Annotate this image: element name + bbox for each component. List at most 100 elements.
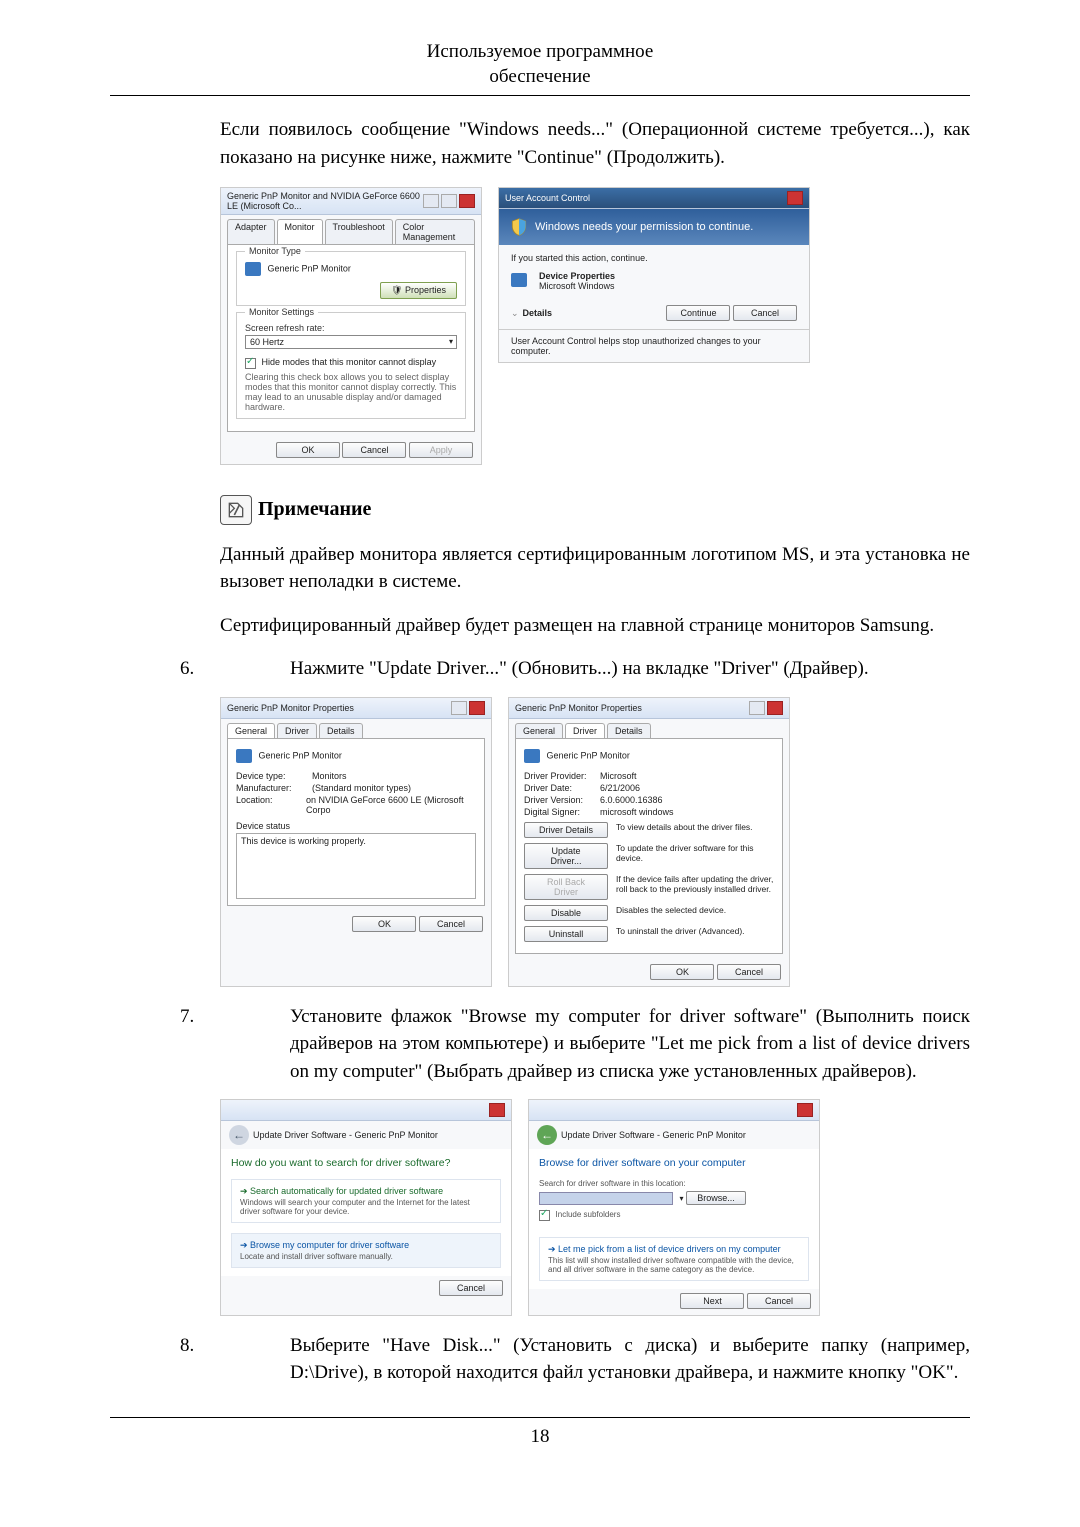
close-button[interactable]	[767, 701, 783, 715]
driver-details-button[interactable]: Driver Details	[524, 822, 608, 838]
step-8: 8. Выберите "Have Disk..." (Установить с…	[110, 1332, 970, 1387]
step-text: Нажмите "Update Driver..." (Обновить...)…	[290, 655, 970, 683]
tab-driver[interactable]: Driver	[277, 723, 317, 738]
device-status-box: This device is working properly.	[236, 833, 476, 899]
help-button[interactable]	[451, 701, 467, 715]
window-title: Generic PnP Monitor Properties	[515, 703, 642, 713]
tab-details[interactable]: Details	[607, 723, 651, 738]
option-search-auto[interactable]: ➔ Search automatically for updated drive…	[231, 1179, 501, 1223]
hide-modes-checkbox[interactable]	[245, 358, 256, 369]
screenshot-row-3: ← Update Driver Software - Generic PnP M…	[220, 1099, 970, 1315]
step-number: 8.	[110, 1332, 290, 1387]
note-paragraph-2: Сертифицированный драйвер будет размещен…	[220, 612, 970, 640]
step-text: Выберите "Have Disk..." (Установить с ди…	[290, 1332, 970, 1387]
tab-general[interactable]: General	[227, 723, 275, 738]
browse-button[interactable]: Browse...	[686, 1191, 746, 1205]
cancel-button[interactable]: Cancel	[342, 442, 406, 458]
disable-button[interactable]: Disable	[524, 905, 608, 921]
uninstall-button[interactable]: Uninstall	[524, 926, 608, 942]
details-toggle[interactable]: Details	[523, 308, 553, 318]
close-button[interactable]	[797, 1103, 813, 1117]
maximize-button[interactable]	[441, 194, 457, 208]
ok-button[interactable]: OK	[650, 964, 714, 980]
close-button[interactable]	[787, 191, 803, 205]
properties-button[interactable]: 🛡 Properties	[380, 282, 457, 299]
note-paragraph-1: Данный драйвер монитора является сертифи…	[220, 541, 970, 596]
tab-details[interactable]: Details	[319, 723, 363, 738]
help-button[interactable]	[749, 701, 765, 715]
breadcrumb: Update Driver Software - Generic PnP Mon…	[253, 1130, 438, 1140]
step-number: 6.	[110, 655, 290, 683]
wizard-heading: How do you want to search for driver sof…	[231, 1157, 501, 1169]
titlebar: Generic PnP Monitor Properties	[509, 698, 789, 719]
tab-color-management[interactable]: Color Management	[395, 219, 475, 244]
option-browse-computer[interactable]: ➔ Browse my computer for driver software…	[231, 1233, 501, 1268]
option-let-me-pick[interactable]: ➔ Let me pick from a list of device driv…	[539, 1237, 809, 1281]
header-rule	[110, 95, 970, 96]
search-location-label: Search for driver software in this locat…	[539, 1179, 809, 1188]
page-header: Используемое программное обеспечение	[110, 40, 970, 89]
page-number: 18	[110, 1426, 970, 1448]
window-buttons	[749, 701, 783, 715]
note-heading: Примечание	[220, 495, 970, 525]
paragraph-windows-needs: Если появилось сообщение "Windows needs.…	[220, 116, 970, 171]
next-button[interactable]: Next	[680, 1293, 744, 1309]
monitor-icon	[236, 749, 252, 763]
close-button[interactable]	[489, 1103, 505, 1117]
roll-back-driver-button[interactable]: Roll Back Driver	[524, 874, 608, 900]
dialog-user-account-control: User Account Control Windows needs your …	[498, 187, 810, 363]
window-title: Generic PnP Monitor and NVIDIA GeForce 6…	[227, 191, 423, 211]
ok-button[interactable]: OK	[276, 442, 340, 458]
dialog-driver-driver-tab: Generic PnP Monitor Properties General D…	[508, 697, 790, 987]
refresh-rate-select[interactable]: 60 Hertz	[245, 335, 457, 349]
shield-icon	[509, 217, 529, 237]
screenshot-row-2: Generic PnP Monitor Properties General D…	[220, 697, 970, 987]
path-combobox[interactable]	[539, 1192, 673, 1205]
dialog-update-wizard-1: ← Update Driver Software - Generic PnP M…	[220, 1099, 512, 1315]
include-subfolders-checkbox[interactable]	[539, 1210, 550, 1221]
footer-rule	[110, 1417, 970, 1418]
dialog-monitor-properties: Generic PnP Monitor and NVIDIA GeForce 6…	[220, 187, 482, 464]
cancel-button[interactable]: Cancel	[747, 1293, 811, 1309]
device-status-label: Device status	[236, 821, 476, 831]
window-buttons	[423, 194, 475, 208]
hide-modes-desc: Clearing this check box allows you to se…	[245, 372, 457, 412]
monitor-name: Generic PnP Monitor	[547, 750, 630, 760]
cancel-button[interactable]: Cancel	[733, 305, 797, 321]
monitor-icon	[245, 262, 261, 276]
dialog-update-wizard-2: ← Update Driver Software - Generic PnP M…	[528, 1099, 820, 1315]
minimize-button[interactable]	[423, 194, 439, 208]
back-button[interactable]: ←	[229, 1125, 249, 1145]
titlebar	[529, 1100, 819, 1121]
header-line-1: Используемое программное	[427, 41, 654, 62]
header-line-2: обеспечение	[489, 66, 590, 87]
chevron-down-icon[interactable]: ⌄	[511, 308, 519, 319]
uac-started-text: If you started this action, continue.	[511, 253, 797, 263]
uac-headline: Windows needs your permission to continu…	[535, 221, 753, 233]
cancel-button[interactable]: Cancel	[439, 1280, 503, 1296]
step-6: 6. Нажмите "Update Driver..." (Обновить.…	[110, 655, 970, 683]
back-button[interactable]: ←	[537, 1125, 557, 1145]
cancel-button[interactable]: Cancel	[717, 964, 781, 980]
cancel-button[interactable]: Cancel	[419, 916, 483, 932]
continue-button[interactable]: Continue	[666, 305, 730, 321]
close-button[interactable]	[469, 701, 485, 715]
window-buttons	[451, 701, 485, 715]
breadcrumb: Update Driver Software - Generic PnP Mon…	[561, 1130, 746, 1140]
uac-publisher: Microsoft Windows	[539, 281, 615, 291]
close-button[interactable]	[459, 194, 475, 208]
tab-general[interactable]: General	[515, 723, 563, 738]
group-monitor-settings: Monitor Settings	[245, 307, 318, 317]
tab-troubleshoot[interactable]: Troubleshoot	[325, 219, 393, 244]
group-monitor-type: Monitor Type	[245, 246, 305, 256]
ok-button[interactable]: OK	[352, 916, 416, 932]
tab-driver[interactable]: Driver	[565, 723, 605, 738]
apply-button[interactable]: Apply	[409, 442, 473, 458]
tab-adapter[interactable]: Adapter	[227, 219, 275, 244]
update-driver-button[interactable]: Update Driver...	[524, 843, 608, 869]
monitor-name: Generic PnP Monitor	[259, 750, 342, 760]
device-icon	[511, 273, 527, 287]
tab-monitor[interactable]: Monitor	[277, 219, 323, 244]
titlebar: Generic PnP Monitor Properties	[221, 698, 491, 719]
hide-modes-label: Hide modes that this monitor cannot disp…	[262, 357, 437, 367]
